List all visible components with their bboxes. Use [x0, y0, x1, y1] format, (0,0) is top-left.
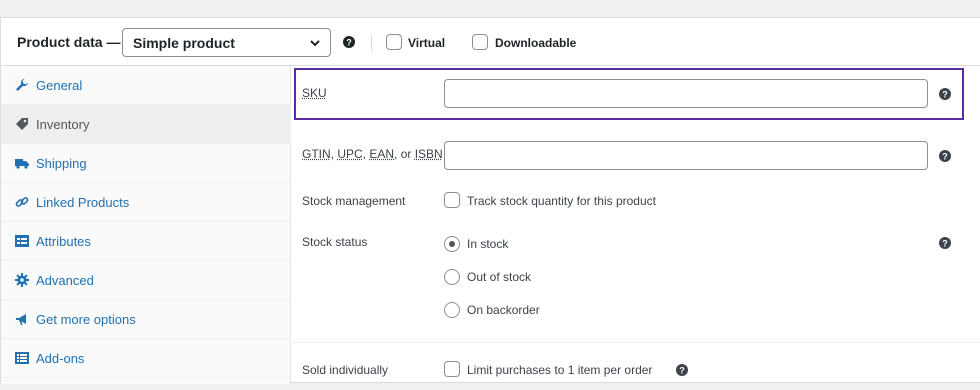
- tab-inventory[interactable]: Inventory: [1, 105, 291, 144]
- option-out-of-stock: Out of stock: [467, 270, 532, 284]
- inventory-panel: SKU ? GTIN, UPC, EAN, or ISBN ? Stock ma…: [291, 66, 980, 384]
- tab-label: Advanced: [36, 273, 94, 288]
- radio-on-backorder[interactable]: [444, 302, 460, 318]
- stock-management-label: Stock management: [302, 194, 406, 208]
- tab-label: Linked Products: [36, 195, 130, 210]
- product-data-title: Product data —: [17, 34, 121, 50]
- ean-abbr: EAN: [369, 147, 395, 161]
- tab-label: Shipping: [36, 156, 87, 171]
- help-icon[interactable]: ?: [939, 150, 951, 162]
- gear-icon: [15, 273, 29, 287]
- gtin-sep: , or: [394, 147, 415, 161]
- product-data-header: Product data — Simple product ? Virtual …: [1, 18, 980, 66]
- svg-text:?: ?: [679, 366, 685, 376]
- help-icon[interactable]: ?: [343, 36, 355, 48]
- downloadable-label: Downloadable: [495, 36, 577, 50]
- product-data-tabs: General Inventory Shipping Linked Produc…: [1, 66, 291, 384]
- stock-status-label: Stock status: [302, 235, 368, 249]
- header-separator: [371, 34, 372, 51]
- tab-label: General: [36, 78, 83, 93]
- tab-get-more-options[interactable]: Get more options: [1, 300, 291, 339]
- link-icon: [15, 197, 29, 207]
- sold-individually-label: Sold individually: [302, 363, 389, 377]
- product-type-select[interactable]: Simple product: [122, 28, 331, 57]
- upc-abbr: UPC: [337, 147, 363, 161]
- tab-shipping[interactable]: Shipping: [1, 144, 291, 183]
- radio-selected-dot: [449, 241, 455, 247]
- megaphone-icon: [16, 314, 26, 325]
- gtin-label: GTIN, UPC, EAN, or ISBN: [302, 147, 443, 161]
- chevron-down-icon: [310, 40, 320, 47]
- downloadable-checkbox[interactable]: [472, 34, 488, 50]
- tab-label: Add-ons: [36, 351, 85, 366]
- option-on-backorder: On backorder: [467, 303, 540, 317]
- radio-out-of-stock[interactable]: [444, 269, 460, 285]
- tab-label: Inventory: [36, 117, 90, 132]
- section-divider: [291, 342, 980, 343]
- radio-in-stock[interactable]: [444, 236, 460, 252]
- help-icon[interactable]: ?: [939, 88, 951, 100]
- truck-icon: [15, 159, 29, 169]
- tag-icon: [16, 118, 28, 130]
- tab-advanced[interactable]: Advanced: [1, 261, 291, 300]
- gtin-input[interactable]: [444, 141, 928, 170]
- tab-linked-products[interactable]: Linked Products: [1, 183, 291, 222]
- svg-text:?: ?: [942, 152, 948, 162]
- track-stock-checkbox[interactable]: [444, 192, 460, 208]
- virtual-label: Virtual: [408, 36, 446, 50]
- product-type-value: Simple product: [133, 35, 235, 51]
- tab-general[interactable]: General: [1, 66, 291, 105]
- product-data-panel: Product data — Simple product ? Virtual …: [0, 17, 980, 384]
- gtin-abbr: GTIN: [302, 147, 331, 161]
- svg-text:?: ?: [942, 90, 948, 100]
- list-icon: [15, 352, 29, 364]
- limit-purchases-label: Limit purchases to 1 item per order: [467, 363, 653, 377]
- help-icon[interactable]: ?: [939, 237, 951, 249]
- help-icon[interactable]: ?: [676, 364, 688, 376]
- isbn-abbr: ISBN: [414, 147, 443, 161]
- limit-purchases-checkbox[interactable]: [444, 361, 460, 377]
- sku-input[interactable]: [444, 79, 928, 108]
- wrench-icon: [16, 79, 28, 91]
- svg-text:?: ?: [346, 38, 352, 48]
- table-icon: [15, 235, 29, 247]
- virtual-checkbox[interactable]: [386, 34, 402, 50]
- tab-label: Get more options: [36, 312, 136, 327]
- tab-add-ons[interactable]: Add-ons: [1, 339, 291, 378]
- sku-label: SKU: [302, 86, 327, 100]
- track-stock-label: Track stock quantity for this product: [467, 194, 656, 208]
- tab-attributes[interactable]: Attributes: [1, 222, 291, 261]
- tab-label: Attributes: [36, 234, 91, 249]
- option-in-stock: In stock: [467, 237, 509, 251]
- svg-text:?: ?: [942, 239, 948, 249]
